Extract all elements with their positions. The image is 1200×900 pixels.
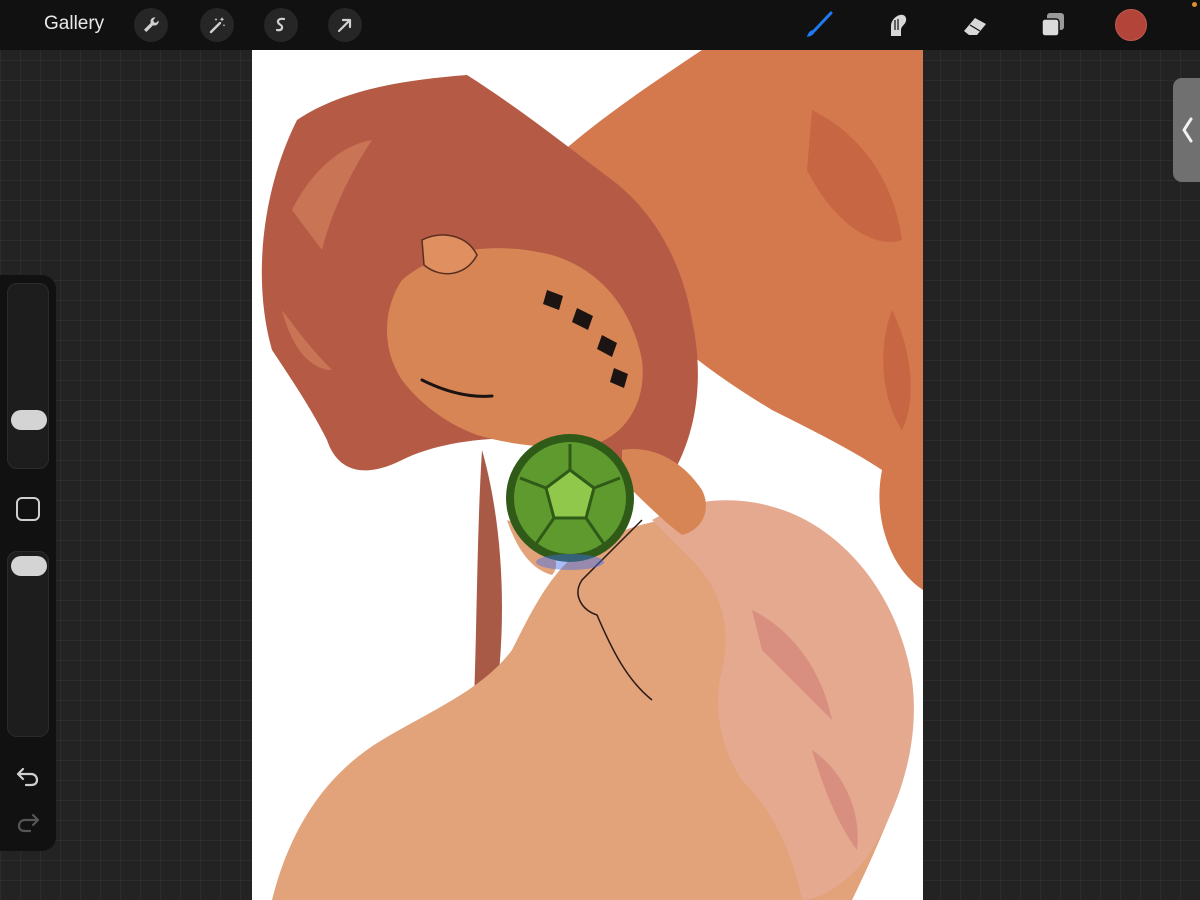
brush-icon — [807, 11, 833, 37]
left-sidebar — [0, 275, 56, 851]
opacity-slider[interactable] — [7, 551, 49, 737]
smudge-tool-button[interactable] — [878, 6, 916, 44]
smudge-icon — [891, 14, 907, 36]
chevron-left-icon — [1182, 117, 1192, 143]
status-dot — [1192, 2, 1197, 7]
wrench-icon — [144, 17, 159, 32]
transform-button[interactable] — [328, 8, 362, 42]
redo-button[interactable] — [14, 809, 42, 835]
actions-button[interactable] — [134, 8, 168, 42]
eraser-icon — [964, 18, 986, 35]
color-picker-button[interactable] — [1115, 9, 1147, 41]
reference-panel-tab[interactable] — [1173, 78, 1200, 182]
undo-button[interactable] — [14, 763, 42, 789]
redo-arrow-icon — [17, 813, 40, 833]
undo-arrow-icon — [16, 767, 39, 787]
brush-size-thumb[interactable] — [11, 410, 47, 430]
layers-tool-button[interactable] — [1034, 6, 1072, 44]
eraser-tool-button[interactable] — [956, 6, 994, 44]
selection-icon — [275, 17, 286, 32]
opacity-thumb[interactable] — [11, 556, 47, 576]
brush-tool-button[interactable] — [800, 6, 838, 44]
transform-arrow-icon — [337, 18, 352, 33]
brush-size-slider[interactable] — [7, 283, 49, 469]
magic-wand-icon — [209, 17, 226, 34]
shell-glow — [536, 554, 604, 570]
drawing-canvas[interactable] — [252, 50, 923, 900]
artwork-illustration — [261, 50, 923, 900]
modify-button[interactable] — [16, 497, 40, 521]
top-toolbar: Gallery — [0, 0, 1200, 50]
selection-button[interactable] — [264, 8, 298, 42]
layers-icon — [1041, 13, 1064, 37]
gallery-button[interactable]: Gallery — [44, 13, 104, 35]
adjustments-button[interactable] — [200, 8, 234, 42]
